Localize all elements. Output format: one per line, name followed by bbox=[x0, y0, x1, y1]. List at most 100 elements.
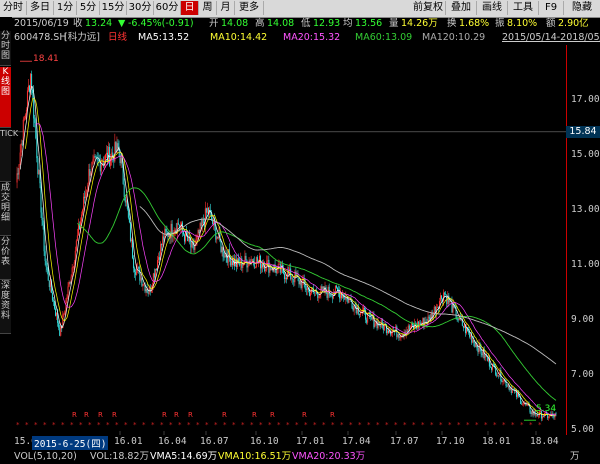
event-marker: * bbox=[367, 421, 371, 429]
event-marker: * bbox=[169, 421, 173, 429]
candle-body bbox=[201, 219, 203, 226]
side-tab-deep-info[interactable]: 深度资料 bbox=[0, 281, 11, 334]
date-tick: 16.04 bbox=[158, 436, 187, 447]
max-price-annotation: 18.41 bbox=[33, 54, 59, 64]
f9-button[interactable]: F9 bbox=[539, 1, 564, 15]
candle-body bbox=[226, 257, 228, 263]
candle-body bbox=[469, 332, 471, 337]
candle-body bbox=[66, 297, 68, 301]
tab-more[interactable]: 更多 bbox=[235, 1, 264, 15]
candle-body bbox=[86, 189, 88, 193]
symbol-name: [科力远] bbox=[64, 32, 100, 43]
candle-body bbox=[261, 264, 263, 269]
date-tick: 18.04 bbox=[530, 436, 559, 447]
candle-body bbox=[329, 294, 331, 296]
avg-label: 均 bbox=[343, 18, 353, 29]
candle-body bbox=[197, 230, 199, 236]
rights-marker: R bbox=[98, 411, 103, 419]
candle-body bbox=[314, 291, 316, 293]
candle-body bbox=[444, 292, 446, 295]
event-marker: * bbox=[484, 421, 488, 429]
candle-body bbox=[108, 146, 110, 162]
tab-5min[interactable]: 5分 bbox=[77, 1, 100, 15]
candle-body bbox=[81, 214, 83, 222]
candle-body bbox=[245, 255, 247, 261]
candle-body bbox=[212, 220, 214, 225]
candle-body bbox=[523, 403, 525, 405]
high-value: 14.08 bbox=[267, 18, 295, 29]
candle-body bbox=[120, 157, 122, 164]
date-tick: 17.10 bbox=[436, 436, 465, 447]
amount-value: 2.90亿 bbox=[558, 18, 589, 29]
candle-body bbox=[266, 261, 268, 270]
candle-body bbox=[490, 367, 492, 370]
event-marker: * bbox=[448, 421, 452, 429]
tab-month[interactable]: 月 bbox=[217, 1, 235, 15]
tab-fenshi[interactable]: 分时 bbox=[0, 1, 27, 15]
candle-body bbox=[535, 414, 537, 416]
volume-unit: 万 bbox=[570, 451, 580, 462]
candle-body bbox=[322, 286, 324, 289]
candle-body bbox=[76, 235, 78, 241]
vol-indicator-label[interactable]: VOL(5,10,20) bbox=[14, 450, 77, 464]
candlestick-chart[interactable]: R R R R R R R R R R R R* * * * * * * * * * * * * * * * * * * * * * * * * * * *… bbox=[12, 45, 566, 435]
hide-button[interactable]: 隐藏 bbox=[564, 1, 600, 15]
candle-body bbox=[502, 381, 504, 383]
side-tab-trades[interactable]: 成交明细 bbox=[0, 183, 11, 236]
event-marker: * bbox=[205, 421, 209, 429]
date-tick: 17.07 bbox=[390, 436, 419, 447]
side-tab-tick[interactable]: TICK bbox=[0, 129, 18, 182]
candle-body bbox=[474, 342, 476, 347]
event-marker: * bbox=[250, 421, 254, 429]
candle-body bbox=[115, 142, 117, 153]
tab-1min[interactable]: 1分 bbox=[54, 1, 77, 15]
candle-body bbox=[163, 236, 165, 240]
vma10-value: VMA10:16.51万 bbox=[218, 451, 292, 462]
tab-30min[interactable]: 30分 bbox=[127, 1, 154, 15]
tab-day[interactable]: 日 bbox=[181, 1, 199, 15]
rights-marker: R bbox=[188, 411, 193, 419]
candle-body bbox=[501, 380, 503, 383]
tab-60min[interactable]: 60分 bbox=[154, 1, 181, 15]
candle-body bbox=[376, 320, 378, 329]
side-tab-price-table[interactable]: 分价表 bbox=[0, 237, 11, 280]
price-tick-label: 9.00 bbox=[571, 313, 594, 325]
candle-body bbox=[530, 412, 532, 415]
candle-body bbox=[127, 208, 129, 218]
tab-duori[interactable]: 多日 bbox=[27, 1, 54, 15]
candle-body bbox=[399, 337, 401, 339]
candle-body bbox=[449, 300, 451, 303]
event-marker: * bbox=[286, 421, 290, 429]
candle-body bbox=[142, 284, 144, 286]
kline-type[interactable]: 日线 bbox=[108, 31, 127, 45]
ma120-legend: MA120:10.29 bbox=[422, 32, 486, 43]
event-marker: * bbox=[25, 421, 29, 429]
candle-body bbox=[230, 260, 232, 266]
event-marker: * bbox=[385, 421, 389, 429]
rights-marker: R bbox=[222, 411, 227, 419]
candle-body bbox=[67, 286, 69, 298]
candle-body bbox=[146, 289, 148, 293]
candle-body bbox=[64, 310, 66, 314]
overlay-button[interactable]: 叠加 bbox=[446, 1, 477, 15]
tools-button[interactable]: 工具 bbox=[508, 1, 539, 15]
event-marker: * bbox=[178, 421, 182, 429]
event-marker: * bbox=[259, 421, 263, 429]
candle-body bbox=[356, 306, 358, 314]
tab-15min[interactable]: 15分 bbox=[100, 1, 127, 15]
draw-line-button[interactable]: 画线 bbox=[477, 1, 508, 15]
side-tab-timeshare[interactable]: 分时图 bbox=[0, 31, 11, 66]
candle-body bbox=[165, 228, 167, 232]
adjust-button[interactable]: 前复权 bbox=[411, 1, 446, 15]
candle-body bbox=[112, 152, 114, 155]
candle-body bbox=[278, 263, 280, 265]
candle-body bbox=[85, 192, 87, 198]
date-range[interactable]: 2015/05/14-2018/05/0 bbox=[502, 31, 600, 45]
candle-body bbox=[283, 273, 285, 280]
tab-week[interactable]: 周 bbox=[199, 1, 217, 15]
side-tab-kline[interactable]: K线图 bbox=[0, 67, 11, 128]
candle-body bbox=[77, 224, 79, 236]
candle-body bbox=[55, 308, 57, 316]
candle-body bbox=[137, 266, 139, 270]
candle-body bbox=[139, 268, 141, 281]
